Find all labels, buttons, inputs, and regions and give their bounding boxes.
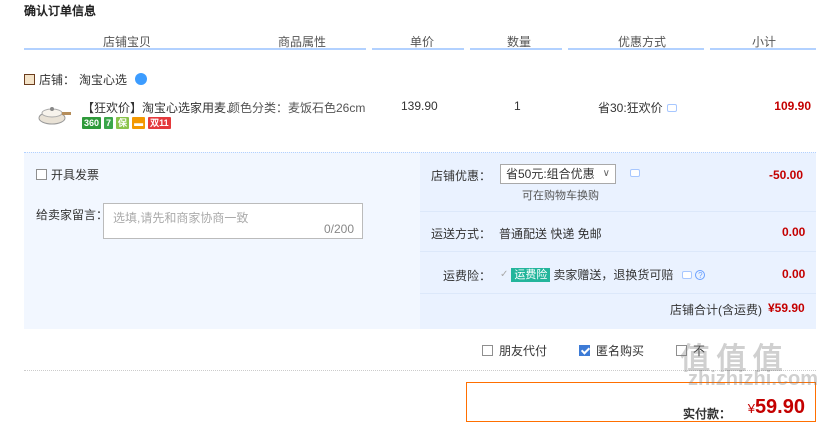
chevron-down-icon: ∨ [602, 168, 610, 179]
insurance-info: ✓ 运费险 卖家赠送，退换货可赔 ? [500, 266, 706, 283]
purchase-options: 朋友代付 匿名购买 不 [482, 342, 705, 359]
badge-icon: 双11 [148, 117, 171, 129]
product-thumbnail[interactable] [32, 98, 72, 128]
shop-discount-amount: -50.00 [769, 168, 804, 182]
check-icon: ✓ [500, 269, 509, 280]
badge-icon: 7 [104, 117, 114, 129]
badge-icon: ▬ [132, 117, 146, 129]
watermark-url: zhizhizhi.com [688, 368, 818, 390]
help-icon[interactable]: ? [695, 269, 706, 280]
insurance-value: 卖家赠送，退换货可赔 [553, 268, 674, 282]
product-attribute: 颜色分类：麦饭石色26cm [228, 101, 366, 115]
anonymous-checkbox[interactable] [579, 345, 591, 356]
message-char-count: 0/200 [323, 222, 354, 236]
message-label: 给卖家留言： [36, 208, 109, 222]
shop-total-value: ¥59.90 [768, 301, 805, 315]
invoice-checkbox[interactable] [36, 169, 47, 180]
table-header: 店铺宝贝 商品属性 单价 数量 优惠方式 小计 [0, 30, 831, 50]
shop-name[interactable]: 淘宝心选 [79, 71, 127, 88]
shop-icon [24, 73, 35, 85]
shop-discount-label: 店铺优惠： [431, 169, 492, 183]
seller-message-input[interactable]: 选填,请先和商家协商一致 0/200 [103, 203, 363, 239]
service-badges: 360 7 保 ▬ 双11 [82, 117, 171, 129]
quantity: 1 [514, 99, 521, 113]
invoice-label: 开具发票 [51, 168, 100, 182]
item-subtotal: 109.90 [774, 99, 811, 113]
shop-row: 店铺： 淘宝心选 [24, 70, 148, 88]
page-title: 确认订单信息 [24, 4, 97, 18]
order-item-row: 【狂欢价】淘宝心选家用麦... 360 7 保 ▬ 双11 颜色分类：麦饭石色2… [24, 92, 824, 140]
promo-text: 省30:狂欢价 [598, 101, 663, 115]
chat-bubble-icon[interactable] [630, 169, 640, 177]
message-placeholder: 选填,请先和商家协商一致 [113, 211, 249, 225]
wangwang-chat-icon[interactable] [135, 73, 148, 85]
shipping-value: 普通配送 快递 免邮 [499, 227, 602, 241]
shipping-amount: 0.00 [782, 225, 806, 239]
badge-icon: 保 [116, 117, 130, 129]
order-extras-panel: 开具发票 给卖家留言： 选填,请先和商家协商一致 0/200 店铺优惠： 省50… [24, 152, 816, 329]
invoice-option[interactable]: 开具发票 [36, 166, 99, 183]
promo-method: 省30:狂欢价 [598, 99, 677, 116]
shop-total-label: 店铺合计(含运费) [670, 303, 762, 317]
friend-pay-checkbox[interactable] [482, 345, 493, 356]
insurance-label: 运费险： [443, 269, 492, 283]
shipping-label: 运送方式： [431, 227, 492, 241]
pay-label: 实付款： [682, 407, 731, 421]
shop-discount-note: 可在购物车换购 [522, 190, 599, 202]
anonymous-label: 匿名购买 [596, 344, 645, 358]
pay-amount: ¥59.90 [747, 396, 805, 418]
chat-bubble-icon[interactable] [682, 270, 693, 279]
unit-price: 139.90 [401, 99, 438, 113]
shop-discount-selected: 省50元:组合优惠 [506, 167, 595, 181]
insurance-amount: 0.00 [782, 267, 806, 281]
shop-discount-select[interactable]: 省50元:组合优惠 ∨ [500, 164, 616, 184]
insurance-tag: 运费险 [511, 267, 551, 282]
chat-bubble-icon[interactable] [666, 103, 677, 112]
badge-icon: 360 [82, 117, 102, 129]
product-title-link[interactable]: 【狂欢价】淘宝心选家用麦... [82, 99, 232, 116]
friend-pay-label: 朋友代付 [499, 344, 548, 358]
shop-label: 店铺： [39, 72, 76, 87]
